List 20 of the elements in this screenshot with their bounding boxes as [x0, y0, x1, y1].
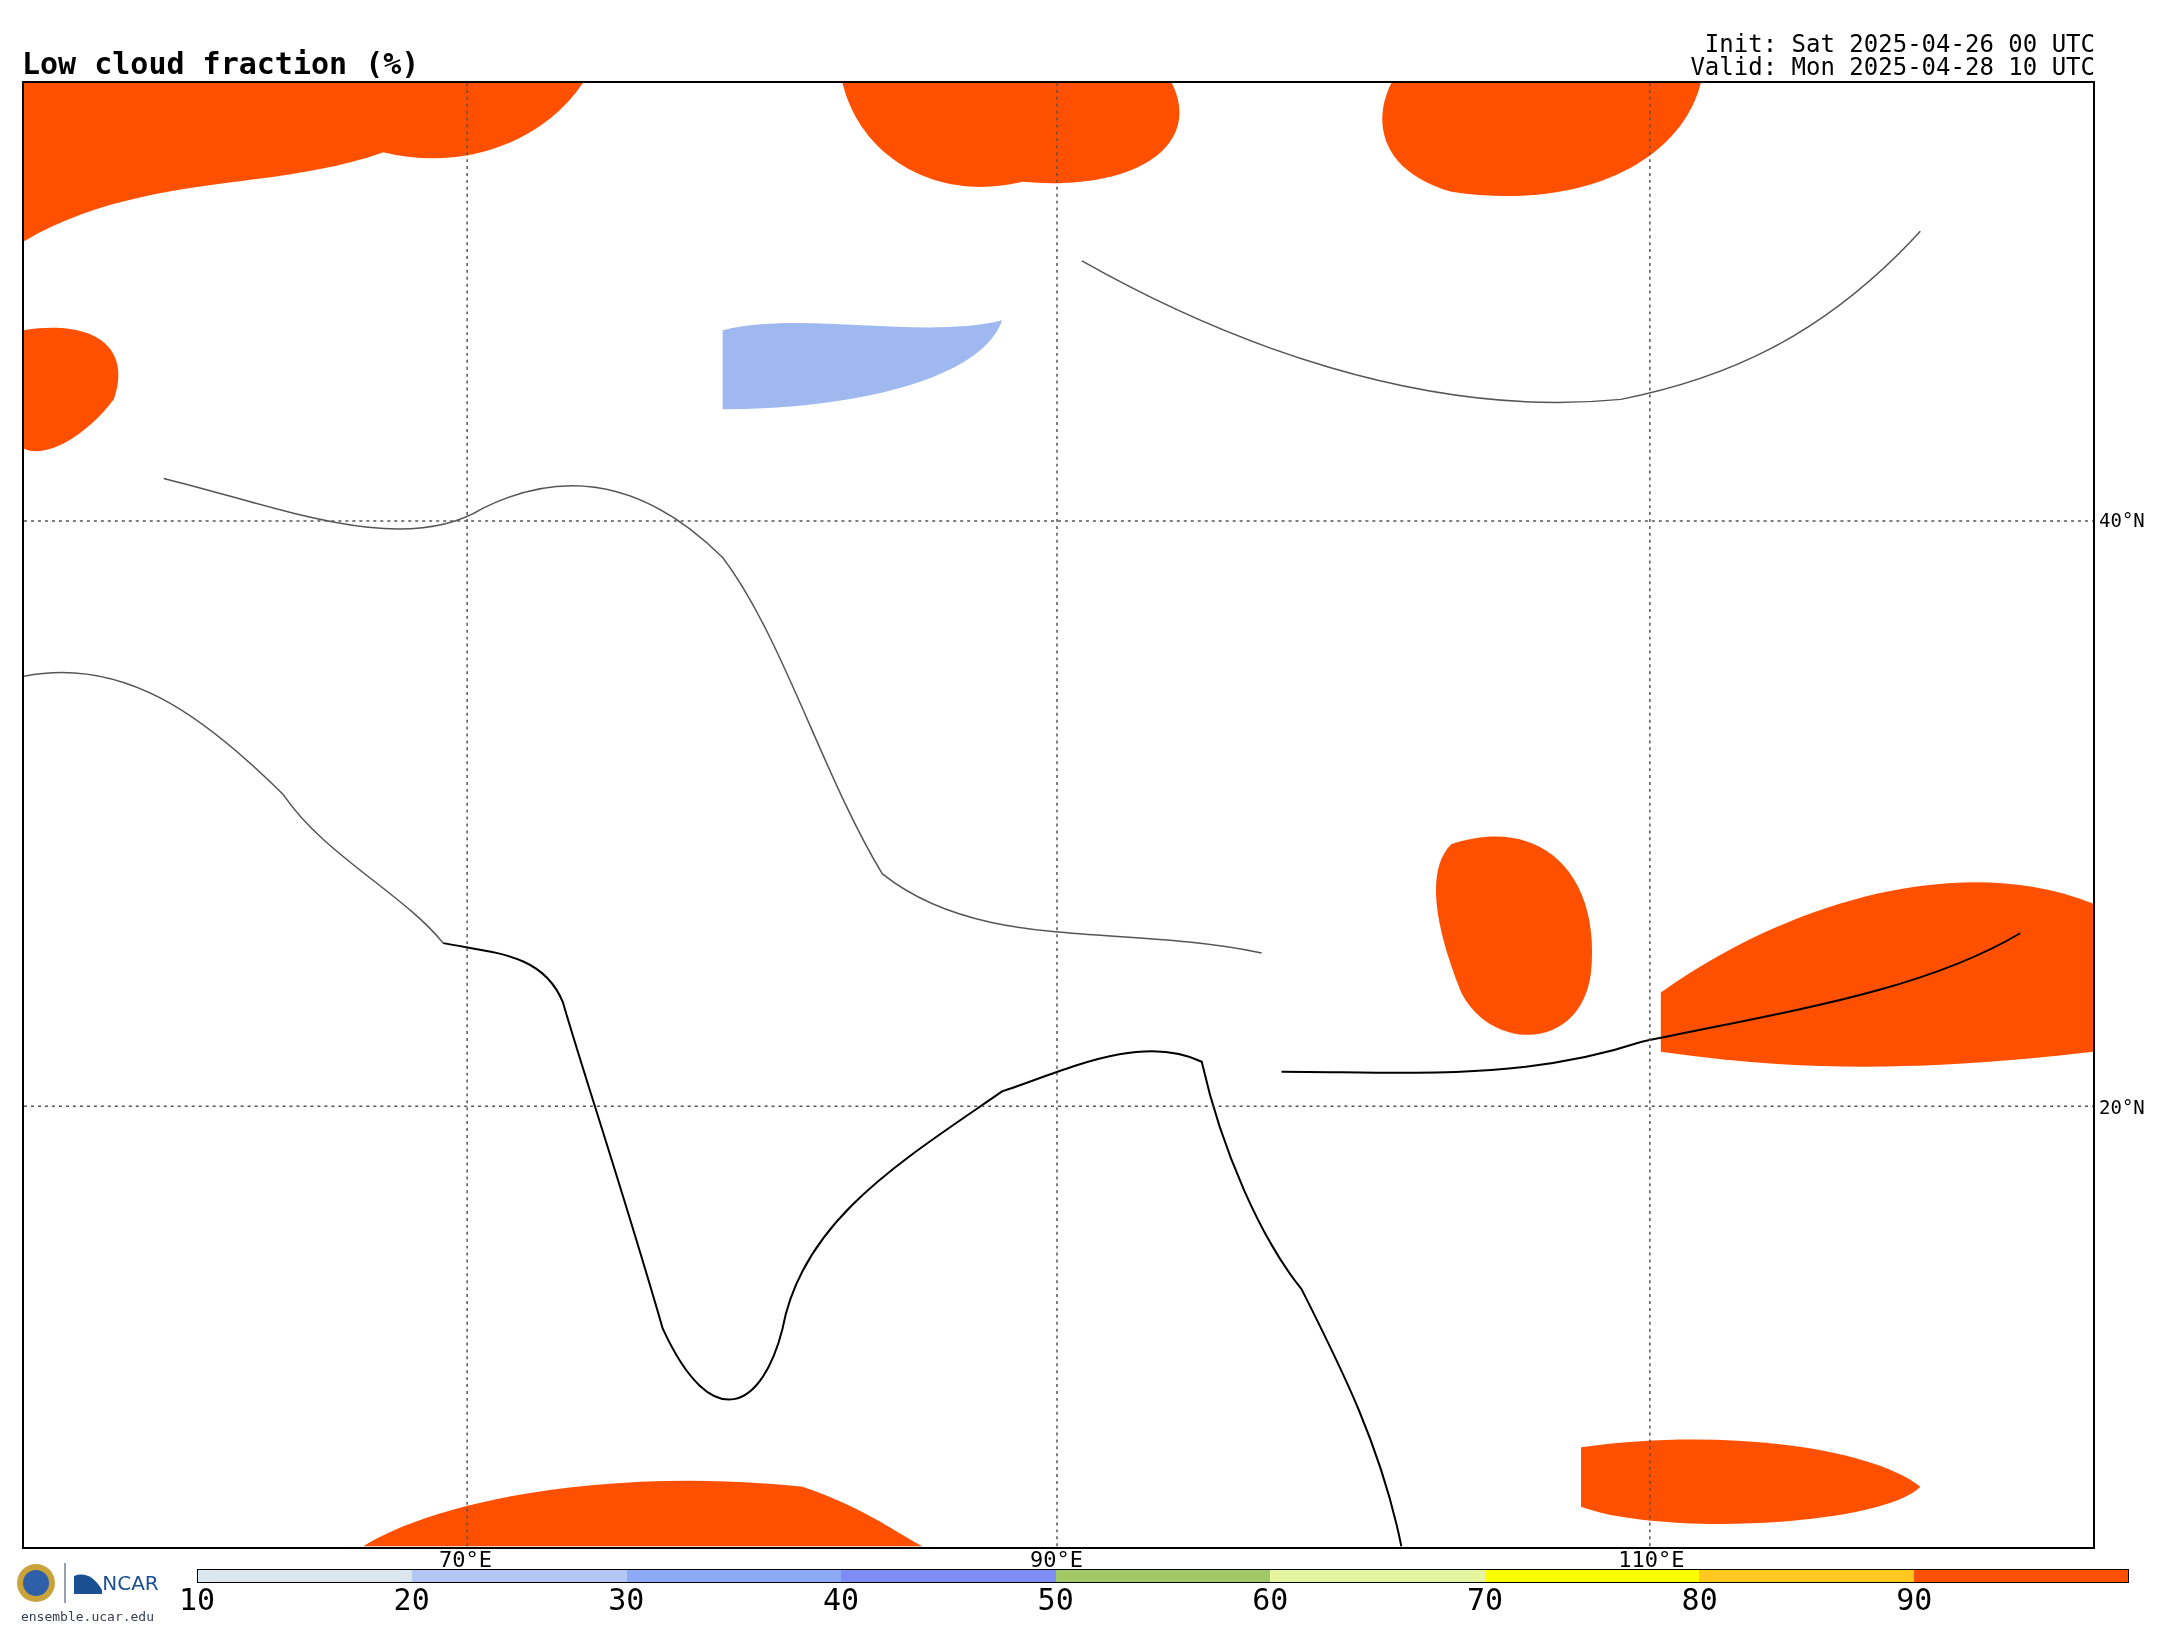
longitude-label: 110°E	[1618, 1548, 1685, 1571]
latitude-label: 40°N	[2099, 510, 2145, 530]
scale-tick-label: 60	[1252, 1584, 1289, 1615]
website-text: ensemble.ucar.edu	[20, 1607, 155, 1626]
init-time: Init: Sat 2025-04-26 00 UTC	[1704, 33, 2095, 57]
seal-icon	[16, 1562, 57, 1603]
scale-tick-label: 40	[822, 1584, 860, 1615]
scale-tick-label: 50	[1037, 1584, 1074, 1615]
longitude-label: 90°E	[1029, 1548, 1083, 1571]
chart-title: Low cloud fraction (%)	[22, 49, 420, 80]
scale-tick-label: 90	[1896, 1584, 1933, 1615]
scale-tick-label: 80	[1681, 1584, 1718, 1615]
scale-tick-label: 70	[1466, 1584, 1504, 1615]
scale-tick-label: 10	[178, 1584, 216, 1615]
longitude-label: 70°E	[439, 1548, 493, 1571]
scale-tick-label: 30	[608, 1584, 645, 1615]
latitude-label: 20°N	[2099, 1097, 2145, 1117]
logo-text: NCAR	[102, 1569, 159, 1597]
valid-time: Valid: Mon 2025-04-28 10 UTC	[1690, 56, 2095, 80]
scale-tick-label: 20	[393, 1584, 430, 1615]
